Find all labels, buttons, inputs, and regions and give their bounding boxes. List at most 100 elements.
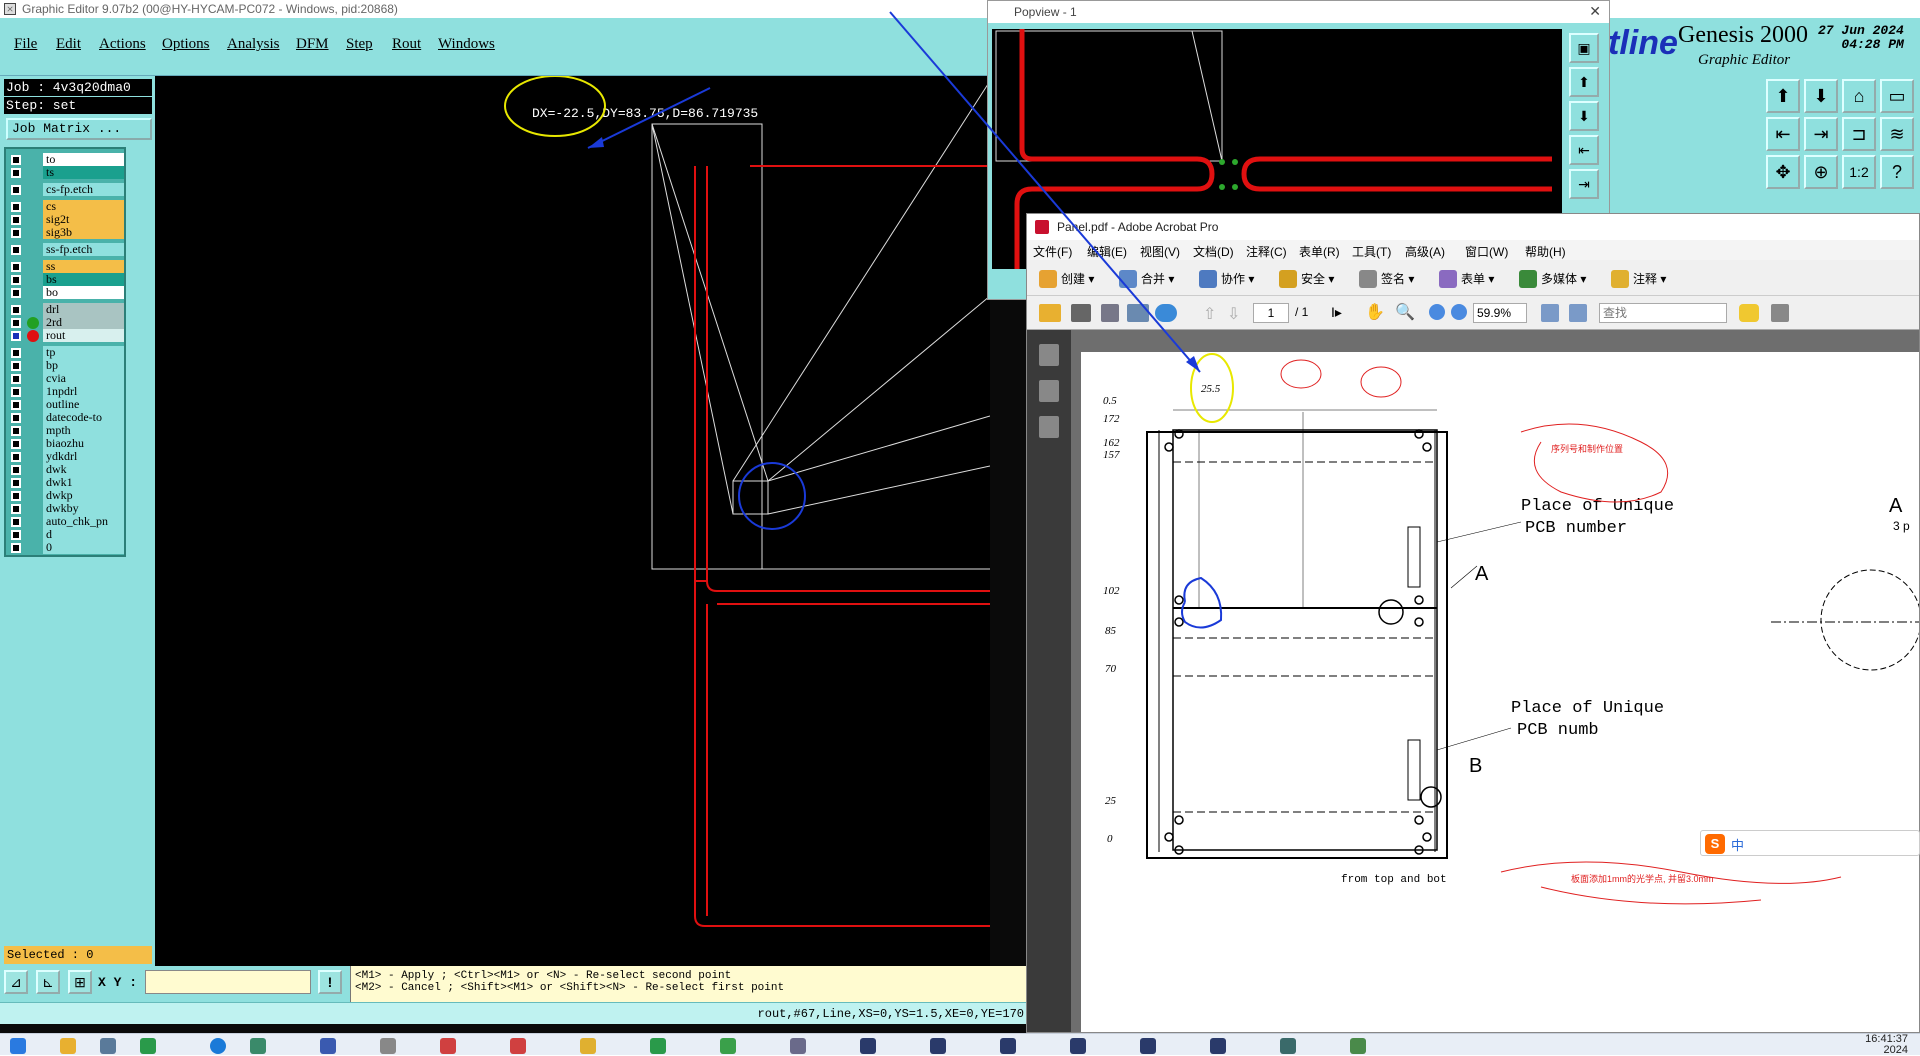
pages-panel-icon[interactable] — [1039, 344, 1059, 366]
pan-right-icon[interactable]: ⇥ — [1804, 117, 1838, 151]
document-area[interactable]: 0.5 172 162 157 102 85 70 25 0 25.5 Plac… — [1071, 330, 1919, 1032]
hand-tool-icon[interactable]: ✋ — [1365, 302, 1385, 322]
layer-checkbox[interactable] — [11, 185, 21, 195]
taskbar-app-16[interactable] — [1210, 1038, 1230, 1054]
layer-name[interactable]: rout — [43, 329, 124, 342]
create-button[interactable]: 创建 ▾ — [1037, 270, 1094, 288]
acro-menu-forms[interactable]: 表单(R) — [1299, 243, 1340, 260]
layer-row-ss[interactable]: ss — [6, 260, 126, 274]
layer-name[interactable]: auto_chk_pn — [43, 515, 124, 528]
acro-menu-view[interactable]: 视图(V) — [1140, 243, 1180, 260]
xy-input[interactable] — [145, 970, 311, 994]
snap-icon[interactable]: ⊿ — [4, 970, 28, 994]
layer-checkbox[interactable] — [11, 348, 21, 358]
ime-toolbar[interactable]: S 中 — [1700, 830, 1920, 856]
acro-menu-advanced[interactable]: 高级(A) — [1405, 243, 1445, 260]
zoom-right-icon[interactable]: ▭ — [1880, 79, 1914, 113]
taskbar-app-12[interactable] — [930, 1038, 950, 1054]
grid-icon[interactable]: ⊞ — [68, 970, 92, 994]
menu-rout[interactable]: Rout — [392, 36, 421, 53]
layer-checkbox[interactable] — [11, 400, 21, 410]
layer-name[interactable]: 0 — [43, 541, 124, 554]
layer-row-bo[interactable]: bo — [6, 286, 126, 300]
layer-row-0[interactable]: 0 — [6, 541, 126, 555]
layer-checkbox[interactable] — [11, 374, 21, 384]
zoom-fit-icon[interactable]: ✥ — [1766, 155, 1800, 189]
layer-checkbox[interactable] — [11, 439, 21, 449]
layer-row-bp[interactable]: bp — [6, 359, 126, 373]
secure-button[interactable]: 安全 ▾ — [1277, 270, 1334, 288]
layer-row-rout[interactable]: rout — [6, 329, 126, 343]
layer-row-drl[interactable]: drl — [6, 303, 126, 317]
zoom-in-icon[interactable] — [1451, 304, 1467, 320]
job-matrix-button[interactable]: Job Matrix ... — [6, 118, 152, 140]
comment-button[interactable]: 注释 ▾ — [1609, 270, 1666, 288]
layer-checkbox[interactable] — [11, 275, 21, 285]
zoom-home-icon[interactable]: ⬆ — [1766, 79, 1800, 113]
fit-icon[interactable]: ⊐ — [1842, 117, 1876, 151]
taskbar-app-7[interactable] — [580, 1038, 600, 1054]
help-icon[interactable]: ? — [1880, 155, 1914, 189]
ime-mode[interactable]: 中 — [1731, 835, 1744, 854]
bookmarks-panel-icon[interactable] — [1039, 380, 1059, 402]
graphic-canvas[interactable]: DX=-22.5,DY=83.75,D=86.719735 — [155, 75, 991, 966]
taskbar-app-15[interactable] — [1140, 1038, 1160, 1054]
layer-checkbox[interactable] — [11, 168, 21, 178]
layer-name[interactable]: d — [43, 528, 124, 541]
layer-checkbox[interactable] — [11, 452, 21, 462]
menu-actions[interactable]: Actions — [99, 36, 146, 53]
home-icon[interactable]: ⌂ — [1842, 79, 1876, 113]
layer-name[interactable]: to — [43, 153, 124, 166]
taskbar-app-9[interactable] — [720, 1038, 740, 1054]
taskbar-app-1[interactable] — [140, 1038, 160, 1054]
select-tool-icon[interactable]: I▸ — [1331, 304, 1342, 321]
sign-button[interactable]: 签名 ▾ — [1357, 270, 1414, 288]
page-number-input[interactable] — [1253, 303, 1289, 323]
layer-name[interactable]: sig3b — [43, 226, 124, 239]
forms-button[interactable]: 表单 ▾ — [1437, 270, 1494, 288]
layer-checkbox[interactable] — [11, 387, 21, 397]
layer-row-2rd[interactable]: 2rd — [6, 316, 126, 330]
save-icon[interactable] — [1101, 304, 1119, 322]
acro-menu-document[interactable]: 文档(D) — [1193, 243, 1234, 260]
layer-row-d[interactable]: d — [6, 528, 126, 542]
print-icon[interactable] — [1071, 304, 1091, 322]
acro-menu-comment[interactable]: 注释(C) — [1246, 243, 1287, 260]
popview-left-icon[interactable]: ⇤ — [1569, 135, 1599, 165]
taskbar-app-2[interactable] — [250, 1038, 270, 1054]
search-input[interactable] — [1599, 303, 1727, 323]
layer-name[interactable]: cs-fp.etch — [43, 183, 124, 196]
layer-checkbox[interactable] — [11, 530, 21, 540]
taskbar-app-13[interactable] — [1000, 1038, 1020, 1054]
menu-windows[interactable]: Windows — [438, 36, 495, 53]
layer-checkbox[interactable] — [11, 491, 21, 501]
redraw-icon[interactable]: ≋ — [1880, 117, 1914, 151]
popview-zoom-icon[interactable]: ▣ — [1569, 33, 1599, 63]
taskbar-app-3[interactable] — [320, 1038, 340, 1054]
taskbar-app-8[interactable] — [650, 1038, 670, 1054]
layer-row-ss-fp-etch[interactable]: ss-fp.etch — [6, 243, 126, 257]
layer-checkbox[interactable] — [11, 478, 21, 488]
taskbar-app-18[interactable] — [1350, 1038, 1370, 1054]
collaborate-button[interactable]: 协作 ▾ — [1197, 270, 1254, 288]
menu-dfm[interactable]: DFM — [296, 36, 329, 53]
layer-row-ts[interactable]: ts — [6, 166, 126, 180]
acro-menu-help[interactable]: 帮助(H) — [1525, 243, 1566, 260]
file-explorer-icon[interactable] — [60, 1038, 80, 1054]
combine-button[interactable]: 合并 ▾ — [1117, 270, 1174, 288]
layer-checkbox[interactable] — [11, 318, 21, 328]
taskbar-app-11[interactable] — [860, 1038, 880, 1054]
taskbar-app-4[interactable] — [380, 1038, 400, 1054]
taskbar-app-5[interactable] — [440, 1038, 460, 1054]
fit-width-icon[interactable] — [1569, 304, 1587, 322]
zoom-out-icon[interactable] — [1429, 304, 1445, 320]
taskbar-app-10[interactable] — [790, 1038, 810, 1054]
taskbar-app-14[interactable] — [1070, 1038, 1090, 1054]
scale-one-two-icon[interactable]: 1:2 — [1842, 155, 1876, 189]
layer-row-auto-chk-pn[interactable]: auto_chk_pn — [6, 515, 126, 529]
layer-checkbox[interactable] — [11, 426, 21, 436]
layer-checkbox[interactable] — [11, 262, 21, 272]
layer-checkbox[interactable] — [11, 504, 21, 514]
zoom-center-icon[interactable]: ⊕ — [1804, 155, 1838, 189]
layer-checkbox[interactable] — [11, 465, 21, 475]
